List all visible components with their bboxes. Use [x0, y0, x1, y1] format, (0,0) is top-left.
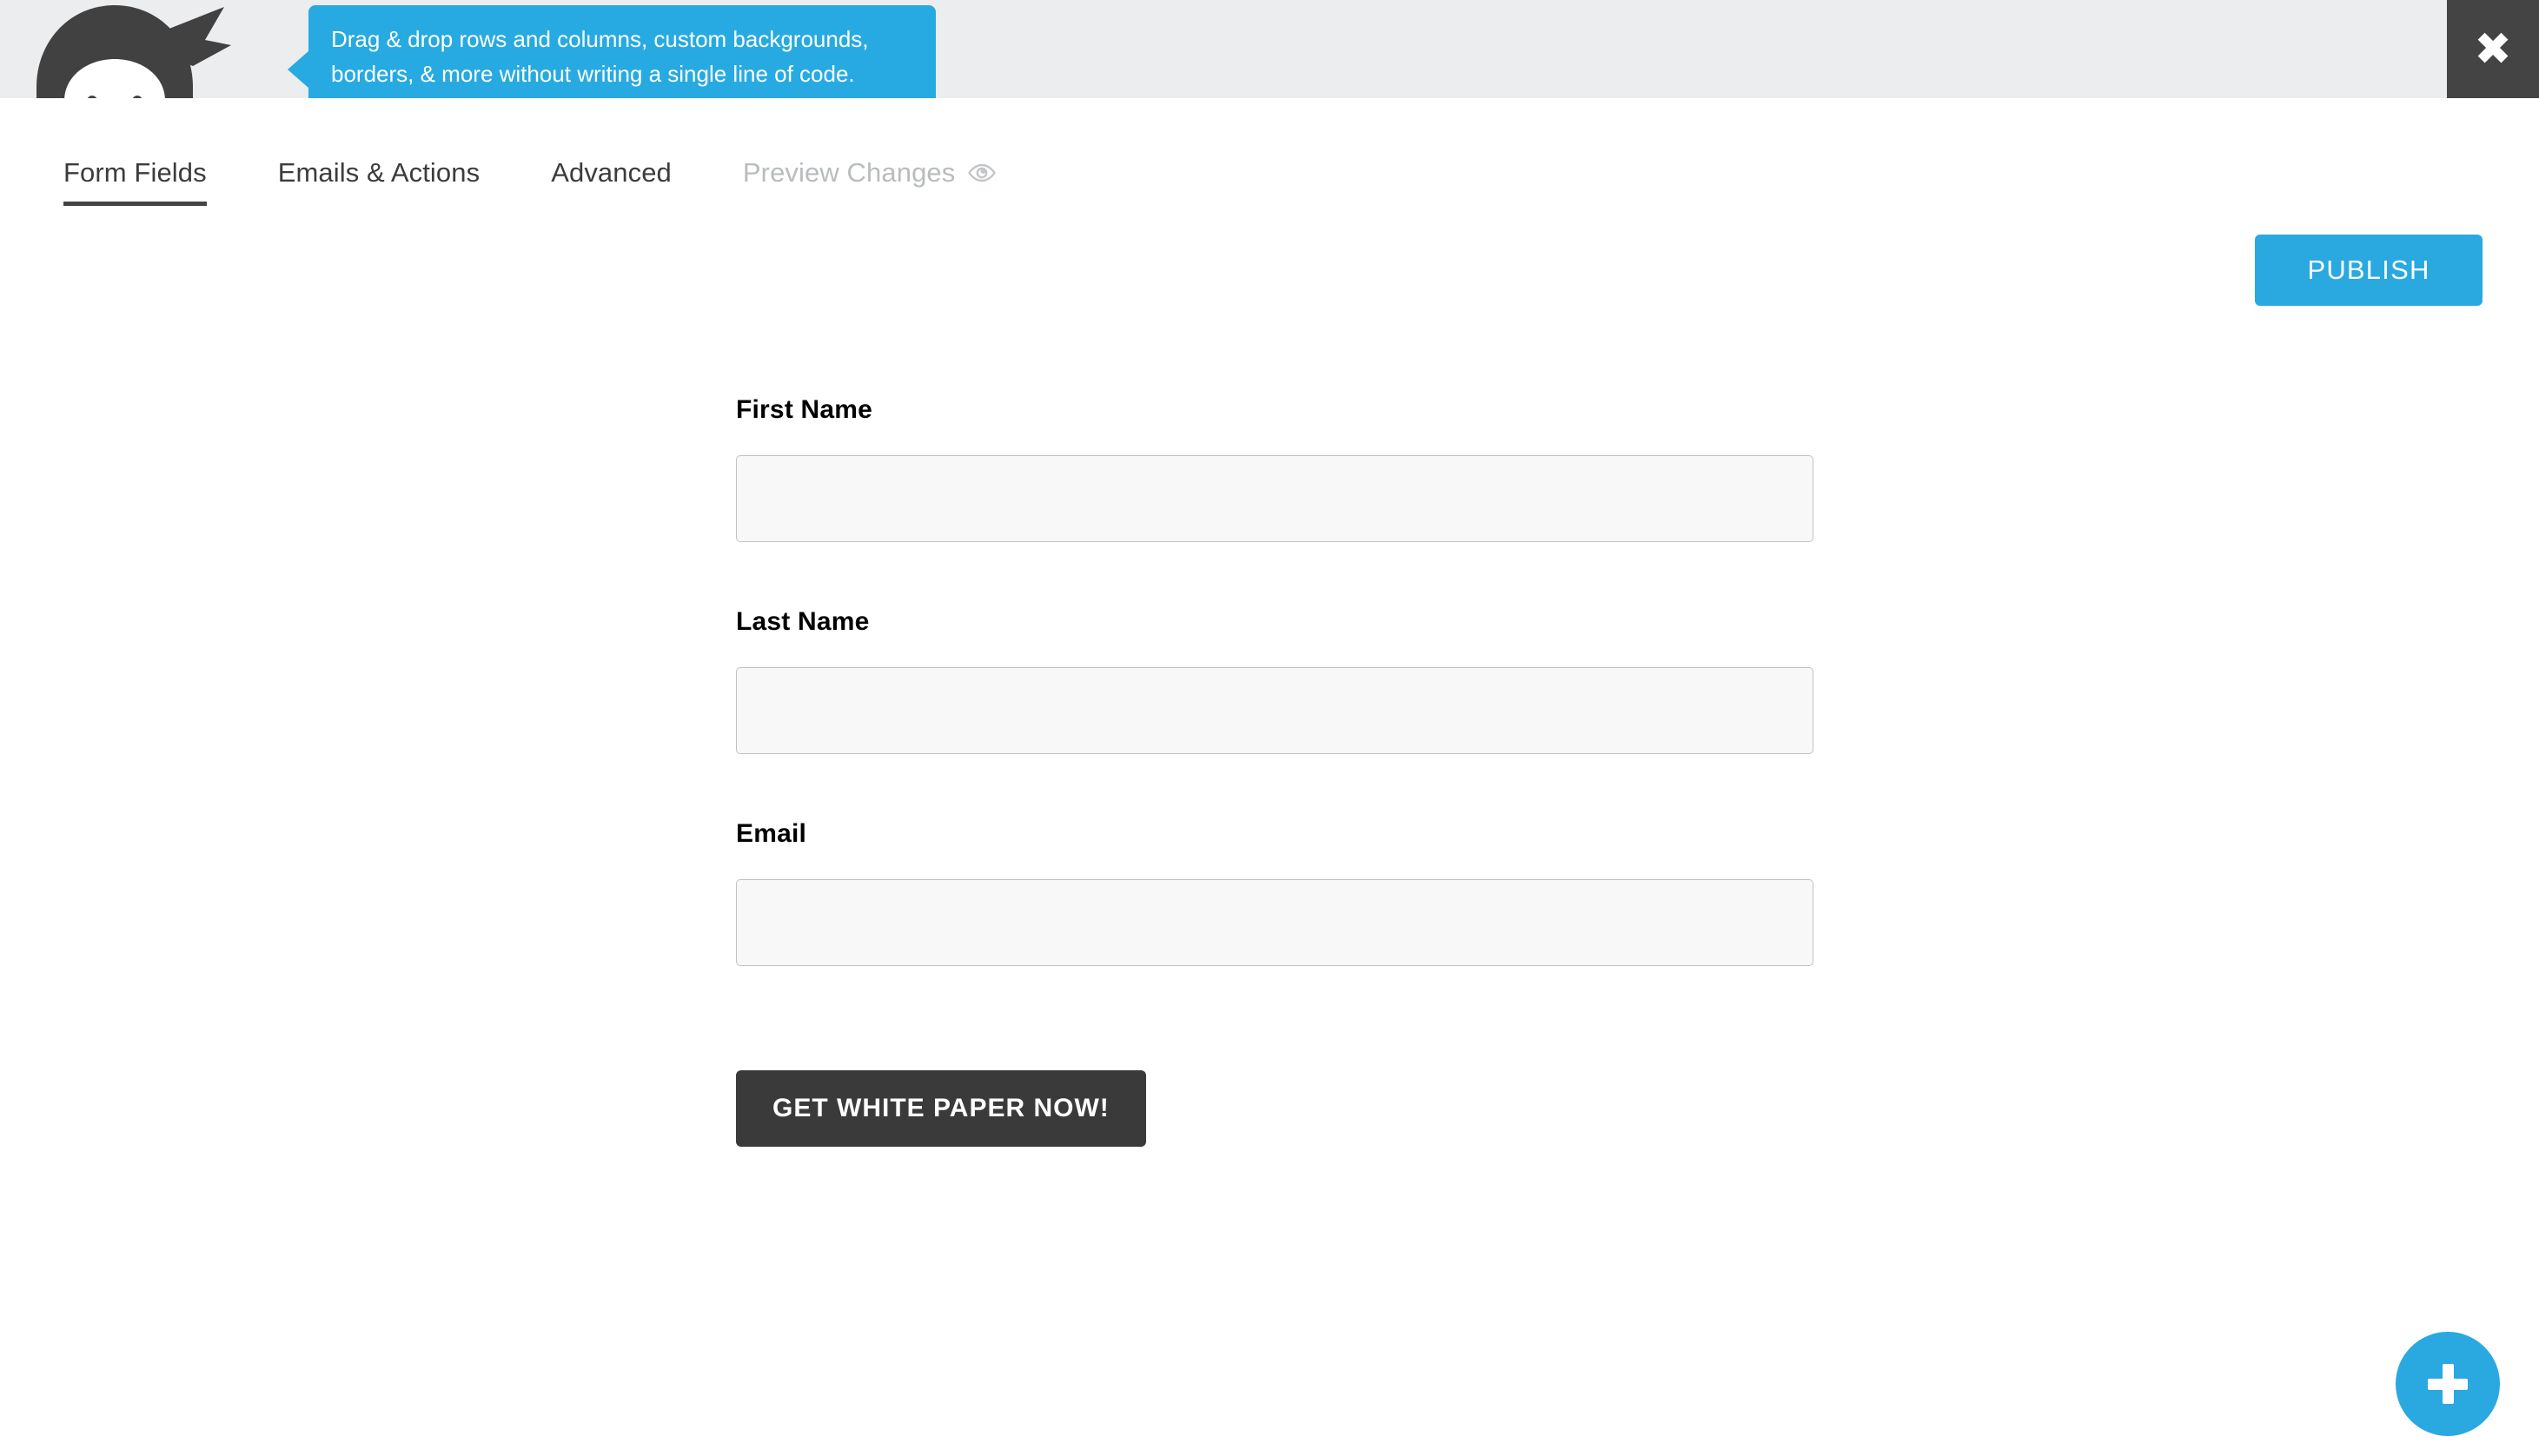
first-name-label: First Name [736, 395, 873, 424]
form-field-email: Email [736, 819, 1813, 966]
close-banner-button[interactable]: ✖ [2447, 0, 2539, 98]
last-name-label: Last Name [736, 607, 870, 636]
plus-icon-vertical [2442, 1364, 2454, 1404]
tab-advanced[interactable]: Advanced [551, 157, 672, 206]
form-preview: First Name Last Name Email GET WHITE PAP… [736, 395, 1813, 1147]
builder-navbar: Form Fields Emails & Actions Advanced Pr… [0, 98, 2539, 306]
field-spacer [736, 754, 1813, 819]
publish-button[interactable]: PUBLISH [2255, 235, 2483, 306]
tab-preview-changes[interactable]: Preview Changes [743, 157, 997, 206]
tab-form-fields[interactable]: Form Fields [63, 157, 207, 206]
email-label: Email [736, 819, 807, 848]
form-field-first-name: First Name [736, 395, 1813, 542]
submit-button-wrapper: GET WHITE PAPER NOW! [736, 1070, 1813, 1147]
top-banner-bar: Drag & drop rows and columns, custom bac… [0, 0, 2539, 111]
submit-button[interactable]: GET WHITE PAPER NOW! [736, 1070, 1146, 1147]
tab-emails-actions[interactable]: Emails & Actions [278, 157, 480, 206]
field-spacer [736, 542, 1813, 607]
tab-form-fields-label: Form Fields [63, 157, 207, 188]
ninja-mascot-icon [19, 0, 254, 98]
form-field-last-name: Last Name [736, 607, 1813, 754]
form-builder-app: Drag & drop rows and columns, custom bac… [0, 0, 2539, 1456]
tab-emails-actions-label: Emails & Actions [277, 157, 481, 188]
last-name-input[interactable] [736, 667, 1813, 754]
email-input[interactable] [736, 879, 1813, 966]
add-field-button[interactable] [2396, 1332, 2500, 1436]
tab-preview-changes-label: Preview Changes [742, 157, 956, 188]
close-icon: ✖ [2474, 23, 2512, 76]
onboarding-tooltip: Drag & drop rows and columns, custom bac… [288, 5, 936, 111]
eye-icon [967, 162, 997, 183]
tab-advanced-label: Advanced [551, 157, 672, 188]
first-name-input[interactable] [736, 455, 1813, 542]
tooltip-text: Drag & drop rows and columns, custom bac… [331, 26, 869, 87]
tab-list: Form Fields Emails & Actions Advanced Pr… [63, 157, 1068, 206]
